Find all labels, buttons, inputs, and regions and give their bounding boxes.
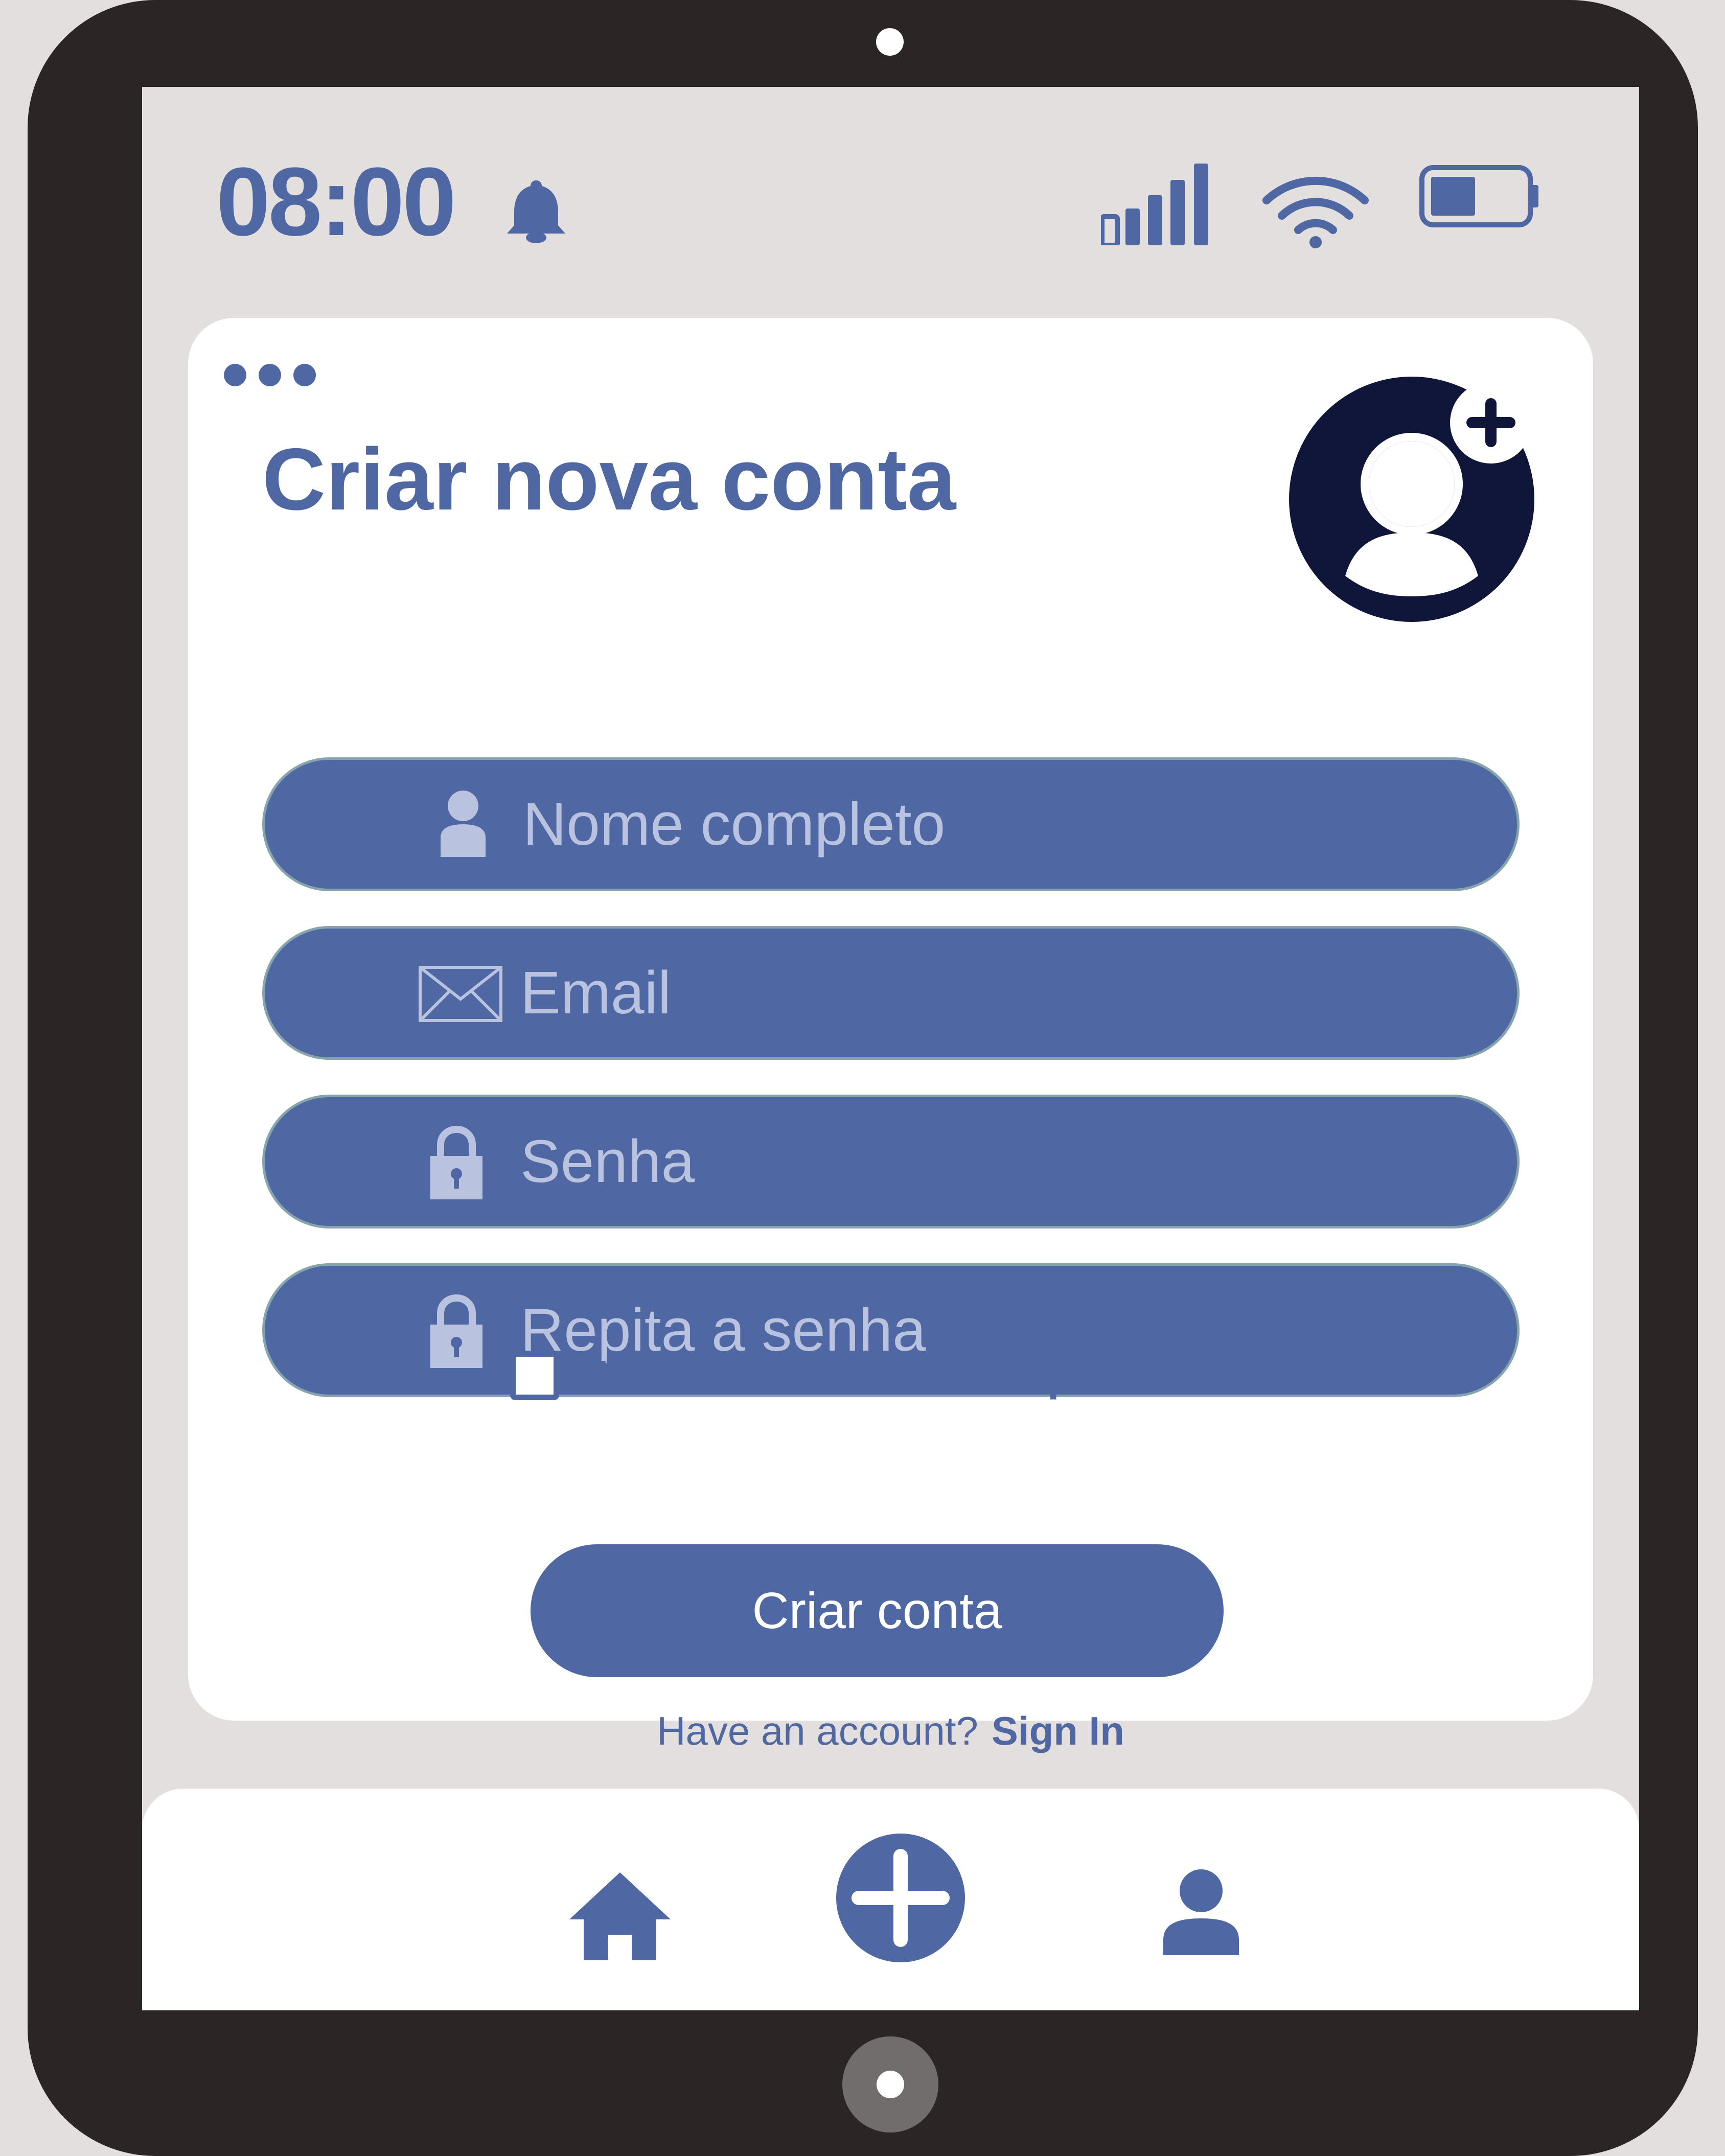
battery-icon <box>1419 165 1538 227</box>
lock-icon <box>430 1125 482 1199</box>
user-icon <box>441 791 486 857</box>
password-placeholder: Senha <box>520 1128 695 1195</box>
terms-checkbox[interactable] <box>510 1351 559 1400</box>
camera-dot <box>876 28 904 56</box>
add-user-icon[interactable] <box>1289 372 1539 622</box>
signin-link[interactable]: Sign In <box>992 1708 1124 1753</box>
bell-icon <box>507 180 565 243</box>
fullname-placeholder: Nome completo <box>523 791 946 858</box>
password-field[interactable]: Senha <box>262 1095 1520 1228</box>
page-title: Criar nova conta <box>262 430 956 528</box>
status-time: 08:00 <box>216 148 456 256</box>
terms-row: Eu aceito os termos de privacidade <box>510 1348 1286 1404</box>
home-button[interactable] <box>842 2036 938 2132</box>
terms-text: Eu aceito os <box>580 1351 816 1400</box>
create-account-button[interactable]: Criar conta <box>531 1544 1224 1677</box>
signup-card: Criar nova conta Nome completo Email Sen… <box>188 318 1593 1753</box>
email-placeholder: Email <box>520 959 672 1027</box>
home-icon[interactable] <box>567 1870 673 1962</box>
wifi-icon <box>1262 176 1369 248</box>
signal-icon <box>1101 164 1208 245</box>
privacy-terms-link[interactable]: termos de privacidade <box>830 1351 1286 1401</box>
tablet-frame: 08:00 Criar nova conta Nome completo Ema… <box>28 0 1698 2156</box>
fullname-field[interactable]: Nome completo <box>262 757 1520 891</box>
home-button-dot <box>877 2071 904 2098</box>
email-field[interactable]: Email <box>262 926 1520 1060</box>
signin-text: Have an account? <box>657 1708 978 1753</box>
envelope-icon <box>419 966 502 1022</box>
profile-icon[interactable] <box>1162 1868 1240 1955</box>
screen: 08:00 Criar nova conta Nome completo Ema… <box>142 87 1639 2010</box>
signin-row: Have an account? Sign In <box>188 1708 1593 1754</box>
more-dots-icon[interactable] <box>224 364 316 386</box>
bottom-nav <box>142 1789 1639 2010</box>
lock-icon <box>430 1294 482 1368</box>
plus-circle-icon[interactable] <box>835 1833 966 1963</box>
